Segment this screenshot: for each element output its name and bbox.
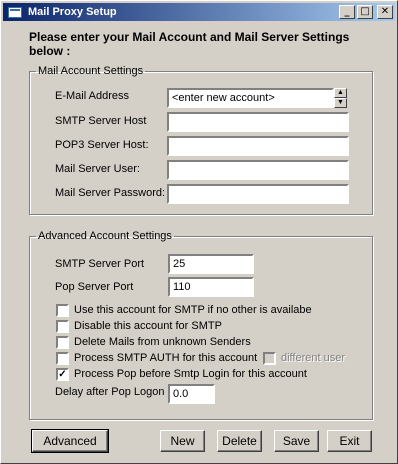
maximize-button[interactable]: □ <box>357 5 373 19</box>
use-for-smtp-checkbox[interactable] <box>56 304 69 317</box>
email-account-spinner: ▲ ▼ <box>334 88 347 108</box>
exit-button[interactable]: Exit <box>327 430 372 452</box>
instructions-heading: Please enter your Mail Account and Mail … <box>29 30 350 58</box>
different-user-checkbox[interactable] <box>263 352 276 365</box>
window-controls: _ □ ✕ <box>339 5 393 19</box>
email-address-input[interactable] <box>167 88 334 108</box>
pop3-server-host-label: POP3 Server Host: <box>55 139 149 151</box>
pop-before-smtp-label[interactable]: Process Pop before Smtp Login for this a… <box>74 367 307 381</box>
mail-server-user-label: Mail Server User: <box>55 163 140 175</box>
different-user-label: different user <box>281 352 346 364</box>
mail-server-password-label: Mail Server Password: <box>55 187 166 199</box>
delete-unknown-senders-checkbox[interactable] <box>56 336 69 349</box>
advanced-button[interactable]: Advanced <box>31 429 109 453</box>
checkmark-icon: ✓ <box>58 369 67 380</box>
email-address-label: E-Mail Address <box>55 90 129 102</box>
mail-server-user-input[interactable] <box>167 160 349 180</box>
mail-proxy-setup-window: Mail Proxy Setup _ □ ✕ Please enter your… <box>0 0 398 464</box>
delete-unknown-senders-label[interactable]: Delete Mails from unknown Senders <box>74 335 251 349</box>
spinner-down-arrow-icon[interactable]: ▼ <box>334 98 347 108</box>
save-button[interactable]: Save <box>274 430 319 452</box>
mail-account-settings-legend: Mail Account Settings <box>38 65 144 77</box>
pop-server-port-input[interactable] <box>168 277 254 297</box>
pop-server-port-label: Pop Server Port <box>55 281 134 293</box>
delay-after-pop-logon-label: Delay after Pop Logon <box>55 386 165 398</box>
smtp-server-port-input[interactable] <box>168 254 254 274</box>
disable-smtp-checkbox[interactable] <box>56 320 69 333</box>
window-app-icon <box>8 6 22 18</box>
title-bar[interactable]: Mail Proxy Setup _ □ ✕ <box>3 3 395 21</box>
disable-smtp-label[interactable]: Disable this account for SMTP <box>74 319 222 333</box>
mail-server-password-input[interactable] <box>167 184 349 204</box>
advanced-account-settings-legend: Advanced Account Settings <box>38 230 172 242</box>
spinner-up-arrow-icon[interactable]: ▲ <box>334 88 347 98</box>
process-smtp-auth-label[interactable]: Process SMTP AUTH for this account <box>74 351 257 365</box>
pop3-server-host-input[interactable] <box>167 136 349 156</box>
smtp-server-host-input[interactable] <box>167 112 349 132</box>
minimize-button[interactable]: _ <box>339 5 355 19</box>
smtp-server-host-label: SMTP Server Host <box>55 115 147 127</box>
window-title: Mail Proxy Setup <box>28 6 117 18</box>
smtp-server-port-label: SMTP Server Port <box>55 258 145 270</box>
delete-button[interactable]: Delete <box>217 430 262 452</box>
delay-after-pop-logon-input[interactable] <box>168 384 215 404</box>
use-for-smtp-label[interactable]: Use this account for SMTP if no other is… <box>74 303 312 317</box>
close-button[interactable]: ✕ <box>377 5 393 19</box>
process-smtp-auth-checkbox[interactable] <box>56 352 69 365</box>
pop-before-smtp-checkbox[interactable]: ✓ <box>56 368 69 381</box>
new-button[interactable]: New <box>160 430 205 452</box>
